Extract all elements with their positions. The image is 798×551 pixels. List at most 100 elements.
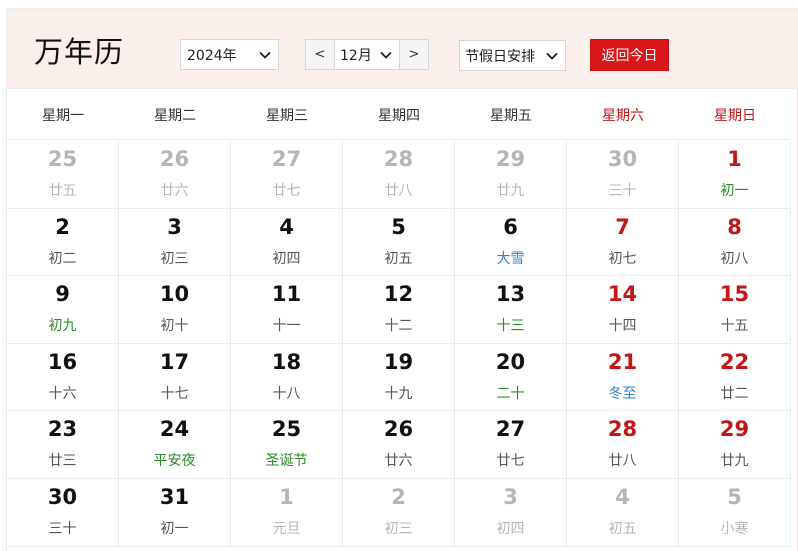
day-number: 3	[167, 214, 182, 239]
day-cell[interactable]: 2 初二	[7, 208, 119, 277]
day-number: 3	[503, 484, 518, 509]
day-number: 14	[607, 282, 638, 307]
weekday-header: 星期一 星期二 星期三 星期四 星期五 星期六 星期日	[7, 90, 791, 140]
day-cell[interactable]: 30 三十	[7, 478, 119, 547]
day-number: 30	[47, 484, 78, 509]
day-cell[interactable]: 23 廿三	[7, 411, 119, 479]
lunar-date: 初十	[160, 318, 189, 335]
calendar-toolbar: 万年历 2024年 < 12月 > 节假日安排 返回今日	[7, 9, 798, 89]
app-title: 万年历	[34, 35, 125, 69]
lunar-date: 十四	[608, 318, 637, 335]
day-number: 2	[391, 484, 406, 509]
day-number: 27	[495, 417, 526, 442]
day-cell[interactable]: 26 廿六	[119, 141, 231, 209]
day-cell[interactable]: 25 廿五	[7, 141, 119, 209]
weekday-label: 星期四	[378, 107, 420, 124]
day-cell[interactable]: 26 廿六	[343, 411, 455, 479]
day-cell[interactable]: 24 平安夜	[119, 411, 231, 479]
back-to-today-button[interactable]: 返回今日	[590, 39, 669, 71]
prev-month-button[interactable]: <	[306, 40, 334, 69]
day-cell[interactable]: 21 冬至	[567, 343, 679, 412]
day-number: 30	[607, 147, 638, 171]
day-cell[interactable]: 27 廿七	[455, 411, 567, 479]
month-navigator: < 12月 >	[305, 39, 429, 70]
chevron-down-icon	[258, 48, 272, 62]
day-cell[interactable]: 4 初五	[567, 478, 679, 547]
day-cell[interactable]: 1 元旦	[231, 478, 343, 547]
day-number: 25	[271, 417, 302, 442]
day-number: 8	[727, 214, 742, 239]
day-number: 26	[383, 417, 414, 442]
day-cell[interactable]: 12 十二	[343, 276, 455, 344]
lunar-date: 三十	[608, 183, 637, 199]
day-cell[interactable]: 31 初一	[119, 478, 231, 547]
day-cell[interactable]: 3 初四	[455, 478, 567, 547]
day-number: 4	[279, 214, 294, 239]
day-number: 5	[391, 214, 406, 239]
day-cell[interactable]: 2 初三	[343, 478, 455, 547]
lunar-date: 冬至	[608, 385, 637, 402]
day-cell[interactable]: 18 十八	[231, 343, 343, 412]
day-number: 1	[727, 147, 742, 171]
chevron-down-icon	[545, 49, 559, 63]
lunar-date: 初三	[160, 250, 189, 267]
day-number: 23	[47, 417, 78, 442]
day-cell[interactable]: 25 圣诞节	[231, 411, 343, 479]
day-number: 28	[383, 147, 414, 171]
lunar-date: 廿三	[48, 453, 77, 470]
calendar-grid: 25 廿五 26 廿六 27 廿七 28 廿八 29 廿九 30 三十 1 初一 2 初二 3 初三 4 初四 5 初五 6…	[7, 141, 791, 547]
day-cell[interactable]: 30 三十	[567, 141, 679, 209]
day-cell[interactable]: 29 廿九	[679, 411, 791, 479]
day-cell[interactable]: 11 十一	[231, 276, 343, 344]
lunar-date: 初一	[160, 520, 189, 537]
year-select-value: 2024年	[187, 47, 237, 64]
day-cell[interactable]: 19 十九	[343, 343, 455, 412]
day-cell[interactable]: 17 十七	[119, 343, 231, 412]
weekday-label: 星期六	[602, 107, 644, 124]
day-cell[interactable]: 10 初十	[119, 276, 231, 344]
year-select[interactable]: 2024年	[180, 39, 279, 70]
lunar-date: 初七	[608, 250, 637, 267]
lunar-date: 二十	[496, 385, 525, 402]
day-cell[interactable]: 15 十五	[679, 276, 791, 344]
day-cell[interactable]: 5 初五	[343, 208, 455, 277]
month-select-value: 12月	[340, 47, 372, 64]
day-number: 29	[495, 147, 526, 171]
lunar-date: 初一	[720, 183, 749, 199]
lunar-date: 十九	[384, 385, 413, 402]
day-number: 20	[495, 349, 526, 374]
day-cell[interactable]: 22 廿二	[679, 343, 791, 412]
lunar-date: 初三	[384, 520, 413, 537]
day-number: 4	[615, 484, 630, 509]
month-select[interactable]: 12月	[334, 40, 400, 69]
day-cell[interactable]: 4 初四	[231, 208, 343, 277]
lunar-date: 廿八	[608, 453, 637, 470]
day-number: 26	[159, 147, 190, 171]
lunar-date: 廿七	[496, 453, 525, 470]
day-cell[interactable]: 8 初八	[679, 208, 791, 277]
day-cell[interactable]: 13 十三	[455, 276, 567, 344]
next-month-button[interactable]: >	[400, 40, 428, 69]
day-cell[interactable]: 5 小寒	[679, 478, 791, 547]
weekday-label: 星期五	[490, 107, 532, 124]
day-cell[interactable]: 28 廿八	[343, 141, 455, 209]
day-number: 29	[719, 417, 750, 442]
holiday-schedule-select[interactable]: 节假日安排	[459, 40, 566, 71]
day-cell[interactable]: 27 廿七	[231, 141, 343, 209]
lunar-date: 十一	[272, 318, 301, 335]
day-cell[interactable]: 3 初三	[119, 208, 231, 277]
day-cell[interactable]: 9 初九	[7, 276, 119, 344]
lunar-date: 初八	[720, 250, 749, 267]
day-cell[interactable]: 6 大雪	[455, 208, 567, 277]
day-cell[interactable]: 16 十六	[7, 343, 119, 412]
day-cell[interactable]: 28 廿八	[567, 411, 679, 479]
day-cell[interactable]: 29 廿九	[455, 141, 567, 209]
day-number: 11	[271, 282, 302, 307]
day-cell[interactable]: 14 十四	[567, 276, 679, 344]
day-number: 5	[727, 484, 742, 509]
day-cell[interactable]: 1 初一	[679, 141, 791, 209]
day-cell[interactable]: 20 二十	[455, 343, 567, 412]
day-cell[interactable]: 7 初七	[567, 208, 679, 277]
lunar-date: 初二	[48, 250, 77, 267]
lunar-date: 三十	[48, 520, 77, 537]
